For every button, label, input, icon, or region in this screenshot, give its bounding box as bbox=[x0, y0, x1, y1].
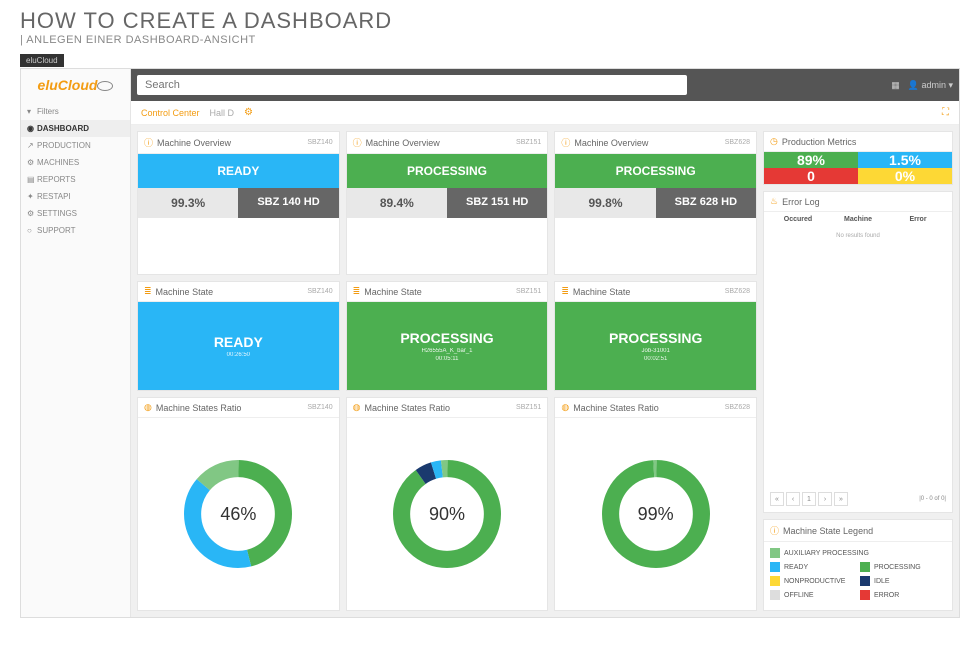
grid-icon[interactable]: ▦ bbox=[891, 80, 900, 91]
info-icon: ⓘ bbox=[770, 524, 779, 537]
status-badge: READY bbox=[138, 154, 339, 188]
topbar: ▦ 👤 admin ▾ bbox=[131, 69, 959, 101]
chart-icon: ◍ bbox=[353, 402, 361, 413]
page-title: HOW TO CREATE A DASHBOARD bbox=[20, 8, 960, 34]
swatch-icon bbox=[770, 562, 780, 572]
dashboard-tabs: Control Center Hall D ⚙ ⛶ bbox=[131, 101, 959, 125]
nav-restapi[interactable]: ✦RESTAPI bbox=[21, 188, 130, 205]
pct-value: 99.3% bbox=[138, 188, 238, 218]
nav-filters[interactable]: ▾Filters bbox=[21, 103, 130, 120]
expand-icon[interactable]: ⛶ bbox=[942, 107, 949, 118]
card-state-1: ≣Machine StateSBZ140 READY00:26:50 bbox=[137, 281, 340, 391]
state-job: Job-31001 bbox=[641, 348, 669, 354]
user-menu[interactable]: 👤 admin ▾ bbox=[908, 80, 953, 91]
pager-info: |0 - 0 of 0| bbox=[919, 496, 946, 502]
api-icon: ✦ bbox=[27, 192, 35, 201]
filter-icon: ▾ bbox=[27, 107, 35, 116]
pager-next[interactable]: › bbox=[818, 492, 832, 506]
metric-1: 89% bbox=[764, 152, 858, 168]
card-ratio-2: ◍Machine States RatioSBZ151 90% bbox=[346, 397, 549, 611]
swatch-icon bbox=[860, 562, 870, 572]
swatch-icon bbox=[860, 576, 870, 586]
card-overview-2: ⓘMachine OverviewSBZ151 PROCESSING 89.4%… bbox=[346, 131, 549, 275]
donut-center-value: 90% bbox=[429, 504, 465, 525]
metric-2: 1.5% bbox=[858, 152, 952, 168]
chart-icon: ◍ bbox=[561, 402, 569, 413]
chart-icon: ◍ bbox=[144, 402, 152, 413]
state-job: H26555A_K_bar_1 bbox=[421, 348, 472, 354]
support-icon: ○ bbox=[27, 226, 35, 235]
model-label: SBZ 140 HD bbox=[238, 188, 338, 218]
bars-icon: ≣ bbox=[144, 286, 152, 297]
card-state-3: ≣Machine StateSBZ628 PROCESSINGJob-31001… bbox=[554, 281, 757, 391]
state-time: 00:02:51 bbox=[644, 356, 667, 362]
metric-3: 0 bbox=[764, 168, 858, 184]
nav-dashboard[interactable]: ◉DASHBOARD bbox=[21, 120, 130, 137]
state-time: 00:26:50 bbox=[227, 352, 250, 358]
card-overview-3: ⓘMachine OverviewSBZ628 PROCESSING 99.8%… bbox=[554, 131, 757, 275]
pager-prev[interactable]: ‹ bbox=[786, 492, 800, 506]
swatch-icon bbox=[860, 590, 870, 600]
state-status: PROCESSING bbox=[609, 330, 702, 346]
reports-icon: ▤ bbox=[27, 175, 35, 184]
clock-icon: ◷ bbox=[770, 136, 778, 147]
swatch-icon bbox=[770, 576, 780, 586]
card-error-log: ♨Error Log Occured Machine Error No resu… bbox=[763, 191, 953, 513]
card-ratio-3: ◍Machine States RatioSBZ628 99% bbox=[554, 397, 757, 611]
swatch-icon bbox=[770, 548, 780, 558]
state-time: 00:05:11 bbox=[436, 356, 459, 362]
status-badge: PROCESSING bbox=[347, 154, 548, 188]
model-label: SBZ 628 HD bbox=[656, 188, 756, 218]
nav-machines[interactable]: ⚙MACHINES bbox=[21, 154, 130, 171]
card-legend: ⓘMachine State Legend AUXILIARY PROCESSI… bbox=[763, 519, 953, 611]
table-header: Occured Machine Error bbox=[764, 212, 952, 227]
info-icon: ⓘ bbox=[353, 136, 362, 149]
donut-center-value: 46% bbox=[220, 504, 256, 525]
pct-value: 99.8% bbox=[555, 188, 655, 218]
search-input[interactable] bbox=[137, 75, 687, 95]
flame-icon: ♨ bbox=[770, 196, 778, 207]
tab-hall-d[interactable]: Hall D bbox=[210, 108, 235, 118]
pager-last[interactable]: » bbox=[834, 492, 848, 506]
pager: « ‹ 1 › » |0 - 0 of 0| bbox=[764, 486, 952, 512]
nav-support[interactable]: ○SUPPORT bbox=[21, 222, 130, 239]
browser-tab: eluCloud bbox=[20, 54, 64, 67]
nav-production[interactable]: ↗PRODUCTION bbox=[21, 137, 130, 154]
pager-first[interactable]: « bbox=[770, 492, 784, 506]
tab-control-center[interactable]: Control Center bbox=[141, 108, 200, 118]
status-badge: PROCESSING bbox=[555, 154, 756, 188]
card-state-2: ≣Machine StateSBZ151 PROCESSINGH26555A_K… bbox=[346, 281, 549, 391]
model-label: SBZ 151 HD bbox=[447, 188, 547, 218]
cloud-icon bbox=[97, 81, 113, 91]
sidebar: eluCloud ▾Filters ◉DASHBOARD ↗PRODUCTION… bbox=[21, 69, 131, 617]
logo: eluCloud bbox=[21, 69, 130, 103]
gear-icon: ⚙ bbox=[27, 209, 35, 218]
donut-center-value: 99% bbox=[638, 504, 674, 525]
card-ratio-1: ◍Machine States RatioSBZ140 46% bbox=[137, 397, 340, 611]
pager-page[interactable]: 1 bbox=[802, 492, 816, 506]
pct-value: 89.4% bbox=[347, 188, 447, 218]
no-results: No results found bbox=[764, 227, 952, 245]
state-status: READY bbox=[214, 334, 263, 350]
metric-4: 0% bbox=[858, 168, 952, 184]
state-status: PROCESSING bbox=[400, 330, 493, 346]
bars-icon: ≣ bbox=[353, 286, 361, 297]
page-subtitle: | ANLEGEN EINER DASHBOARD-ANSICHT bbox=[20, 34, 960, 46]
nav-reports[interactable]: ▤REPORTS bbox=[21, 171, 130, 188]
card-overview-1: ⓘMachine OverviewSBZ140 READY 99.3%SBZ 1… bbox=[137, 131, 340, 275]
production-icon: ↗ bbox=[27, 141, 35, 150]
main-content: ▦ 👤 admin ▾ Control Center Hall D ⚙ ⛶ ⓘM… bbox=[131, 69, 959, 617]
info-icon: ⓘ bbox=[561, 136, 570, 149]
bars-icon: ≣ bbox=[561, 286, 569, 297]
swatch-icon bbox=[770, 590, 780, 600]
nav-settings[interactable]: ⚙SETTINGS bbox=[21, 205, 130, 222]
machines-icon: ⚙ bbox=[27, 158, 35, 167]
card-production-metrics: ◷Production Metrics 89% 1.5% 0 0% bbox=[763, 131, 953, 185]
info-icon: ⓘ bbox=[144, 136, 153, 149]
dashboard-icon: ◉ bbox=[27, 124, 35, 133]
nav-list: ▾Filters ◉DASHBOARD ↗PRODUCTION ⚙MACHINE… bbox=[21, 103, 130, 239]
tab-settings-icon[interactable]: ⚙ bbox=[244, 107, 253, 118]
